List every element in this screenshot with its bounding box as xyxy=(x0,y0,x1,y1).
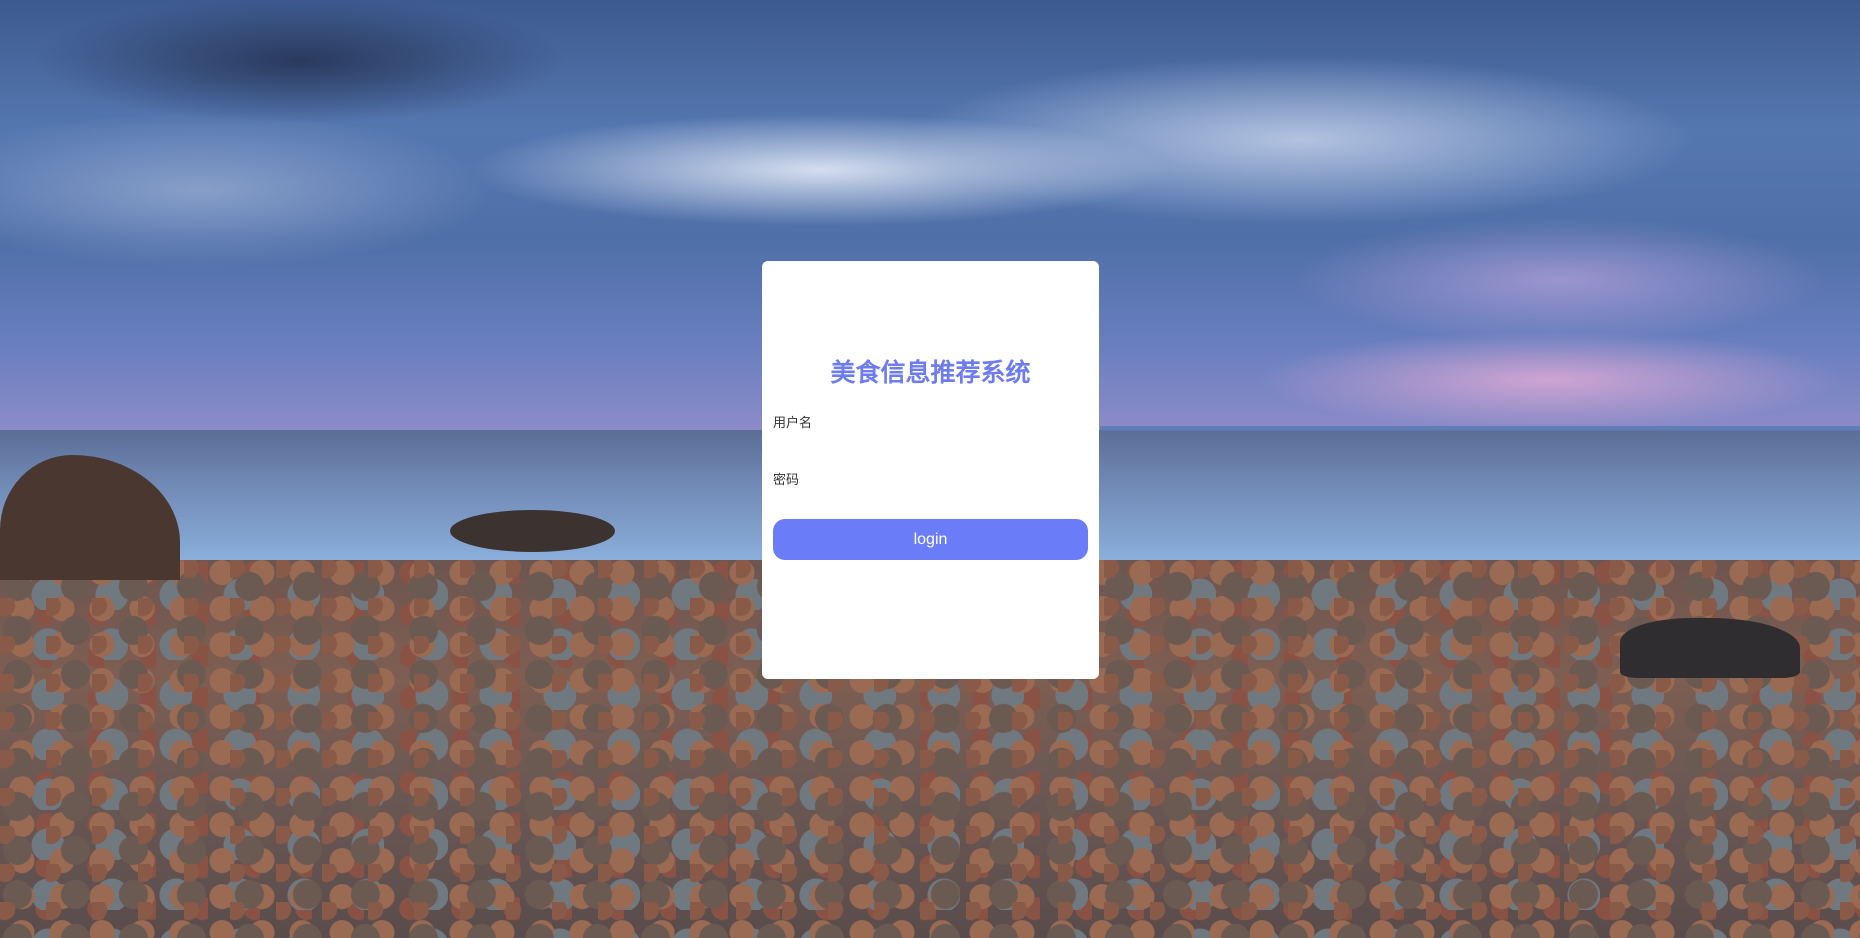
background-rock-middle xyxy=(450,510,615,552)
username-input[interactable] xyxy=(842,406,1087,434)
login-form: 美食信息推荐系统 用户名 密码 login xyxy=(762,261,1099,679)
login-title: 美食信息推荐系统 xyxy=(830,358,1031,387)
background-rock-right xyxy=(1620,618,1800,678)
login-page: 美食信息推荐系统 用户名 密码 login xyxy=(0,0,1860,938)
password-label: 密码 xyxy=(773,473,800,488)
background-horizon xyxy=(1100,426,1860,431)
login-button[interactable]: login xyxy=(773,519,1088,560)
username-label: 用户名 xyxy=(773,416,813,431)
password-input[interactable] xyxy=(842,463,1087,491)
